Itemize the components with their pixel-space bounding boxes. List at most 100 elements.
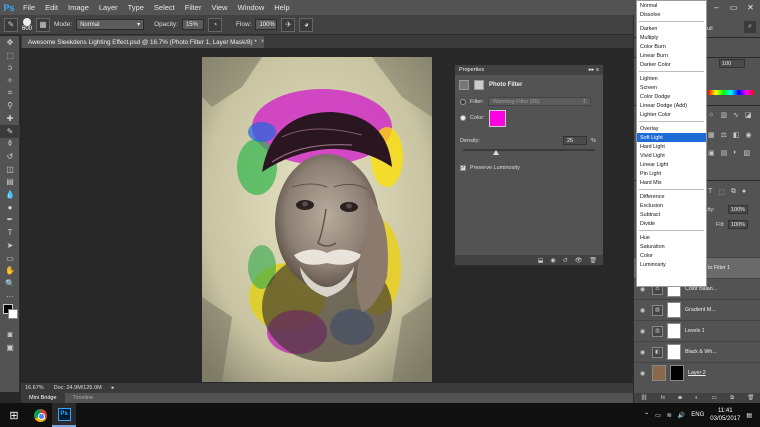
blend-mode-option[interactable]: Vivid Light bbox=[637, 151, 706, 160]
clone-stamp-tool-icon[interactable]: ⚱ bbox=[0, 138, 20, 151]
windows-start-icon[interactable]: ⊞ bbox=[0, 403, 28, 427]
color-radio[interactable] bbox=[460, 115, 466, 121]
eyedropper-tool-icon[interactable]: ⚲ bbox=[0, 99, 20, 112]
type-filter-icon[interactable]: T bbox=[708, 188, 712, 196]
blend-mode-option[interactable]: Saturation bbox=[637, 242, 706, 251]
blend-mode-option[interactable]: Lighter Color bbox=[637, 110, 706, 119]
panel-menu-icon[interactable]: ▸▸ ≡ bbox=[589, 67, 599, 73]
clock[interactable]: 11:41 03/05/2017 bbox=[710, 407, 740, 423]
blend-mode-option[interactable]: Hard Mix bbox=[637, 178, 706, 187]
clip-to-layer-icon[interactable]: ⬓ bbox=[538, 257, 544, 264]
blend-mode-option[interactable]: Darker Color bbox=[637, 60, 706, 69]
color-balance-icon[interactable]: ⚖ bbox=[721, 131, 727, 139]
blend-mode-option[interactable]: Darken bbox=[637, 24, 706, 33]
close-icon[interactable]: × bbox=[261, 39, 264, 45]
photoshop-taskbar-button[interactable]: Ps bbox=[52, 403, 76, 427]
status-arrow-icon[interactable]: ▸ bbox=[112, 385, 115, 391]
layer-thumbnail[interactable] bbox=[652, 365, 666, 381]
volume-icon[interactable]: 🔊 bbox=[678, 412, 685, 419]
menu-item-file[interactable]: File bbox=[18, 3, 40, 12]
blend-mode-option[interactable]: Multiply bbox=[637, 33, 706, 42]
background-color-swatch[interactable] bbox=[8, 309, 18, 320]
menu-item-view[interactable]: View bbox=[206, 3, 232, 12]
close-window-button[interactable]: ✕ bbox=[742, 0, 759, 15]
visibility-eye-icon[interactable]: ◉ bbox=[640, 349, 648, 356]
levels-icon[interactable]: ▥ bbox=[720, 111, 727, 119]
show-hidden-icons-icon[interactable]: ⌃ bbox=[644, 412, 649, 419]
black-white-icon[interactable]: ◧ bbox=[733, 131, 740, 139]
move-tool-icon[interactable]: ✥ bbox=[0, 36, 20, 49]
color-swatch[interactable] bbox=[488, 109, 506, 127]
delete-icon[interactable]: 🗑 bbox=[589, 257, 597, 264]
shape-tool-icon[interactable]: ▭ bbox=[0, 252, 20, 265]
layer-row[interactable]: ◉ ▧ Gradient M... bbox=[634, 299, 760, 320]
search-icon[interactable]: ⌕ bbox=[744, 21, 756, 33]
visibility-eye-icon[interactable]: ◉ bbox=[640, 328, 648, 335]
filter-toggle-icon[interactable]: ● bbox=[742, 188, 746, 196]
layer-row[interactable]: ◉ ◧ Black & Wh... bbox=[634, 341, 760, 362]
threshold-icon[interactable]: ◐ bbox=[733, 149, 737, 157]
blend-mode-option[interactable]: Hue bbox=[637, 233, 706, 242]
density-slider-thumb[interactable] bbox=[493, 150, 499, 155]
preserve-luminosity-checkbox[interactable]: ✓ bbox=[460, 164, 466, 171]
menu-item-edit[interactable]: Edit bbox=[40, 3, 63, 12]
opacity-field[interactable]: 15% bbox=[181, 19, 204, 30]
more-tools-icon[interactable]: ··· bbox=[0, 290, 20, 303]
pen-tool-icon[interactable]: ✒ bbox=[0, 214, 20, 227]
brush-tool-preset-icon[interactable]: ✎ bbox=[4, 17, 18, 32]
view-previous-icon[interactable]: ◉ bbox=[550, 257, 555, 264]
document-tab[interactable]: Awesome Sleekdens Lighting Effect.psd @ … bbox=[22, 36, 264, 48]
blend-mode-option[interactable]: Lighten bbox=[637, 74, 706, 83]
blend-mode-option[interactable]: Exclusion bbox=[637, 201, 706, 210]
quick-mask-icon[interactable]: ◙ bbox=[0, 328, 20, 341]
brightness-icon[interactable]: ☼ bbox=[708, 111, 714, 119]
blend-mode-option[interactable]: Pin Light bbox=[637, 169, 706, 178]
chrome-taskbar-button[interactable] bbox=[28, 403, 52, 427]
gradient-tool-icon[interactable]: ▤ bbox=[0, 176, 20, 189]
mode-select[interactable]: Normal ▾ bbox=[76, 19, 145, 30]
color-swatches[interactable] bbox=[0, 302, 19, 328]
crop-tool-icon[interactable]: ⌗ bbox=[0, 87, 20, 100]
shape-filter-icon[interactable]: ⬚ bbox=[718, 188, 725, 196]
blend-mode-option[interactable]: Linear Light bbox=[637, 160, 706, 169]
blend-mode-option[interactable]: Soft Light bbox=[637, 133, 706, 142]
eraser-tool-icon[interactable]: ◫ bbox=[0, 163, 20, 176]
zoom-level[interactable]: 16.67% bbox=[25, 385, 44, 391]
menu-item-filter[interactable]: Filter bbox=[180, 3, 207, 12]
curves-icon[interactable]: ∿ bbox=[733, 111, 739, 119]
menu-item-select[interactable]: Select bbox=[149, 3, 180, 12]
airbrush-icon[interactable]: ✈ bbox=[281, 17, 296, 32]
healing-brush-tool-icon[interactable]: ✚ bbox=[0, 112, 20, 125]
brush-tool-icon[interactable]: ✎ bbox=[0, 124, 20, 138]
marquee-tool-icon[interactable]: ⬚ bbox=[0, 49, 20, 62]
blend-mode-dropdown[interactable]: Normal Dissolve Darken Multiply Color Burn Li… bbox=[636, 0, 707, 287]
delete-layer-icon[interactable]: 🗑 bbox=[747, 395, 754, 401]
fill-field[interactable]: 100% bbox=[728, 220, 748, 229]
gradient-map-icon[interactable]: ▧ bbox=[743, 149, 750, 157]
menu-item-help[interactable]: Help bbox=[269, 3, 294, 12]
type-tool-icon[interactable]: T bbox=[0, 226, 20, 239]
brush-size-picker[interactable]: 600 bbox=[22, 17, 32, 32]
quick-select-tool-icon[interactable]: ✧ bbox=[0, 74, 20, 87]
reset-icon[interactable]: ↺ bbox=[563, 257, 568, 264]
color-spectrum-bar[interactable] bbox=[708, 90, 754, 95]
menu-item-layer[interactable]: Layer bbox=[94, 3, 123, 12]
brush-panel-toggle-icon[interactable]: ▦ bbox=[36, 17, 51, 32]
layer-opacity-field[interactable]: 100% bbox=[728, 205, 748, 214]
layer-row[interactable]: ◉ Layer 2 bbox=[634, 362, 760, 383]
blend-mode-option[interactable]: Linear Burn bbox=[637, 51, 706, 60]
menu-item-window[interactable]: Window bbox=[233, 3, 270, 12]
blend-mode-option[interactable]: Divide bbox=[637, 219, 706, 228]
blend-mode-option[interactable]: Linear Dodge (Add) bbox=[637, 101, 706, 110]
hue-saturation-icon[interactable]: ▦ bbox=[708, 131, 715, 139]
filter-select[interactable]: Warming Filter (85) ⇕ bbox=[487, 97, 591, 106]
link-layers-icon[interactable]: ⛓ bbox=[641, 395, 648, 401]
layer-style-icon[interactable]: fx bbox=[661, 395, 665, 401]
filter-radio[interactable] bbox=[460, 98, 466, 105]
layer-mask-thumbnail[interactable] bbox=[667, 302, 681, 318]
battery-icon[interactable]: ▭ bbox=[655, 412, 661, 419]
photo-filter-icon[interactable]: ◉ bbox=[746, 131, 752, 139]
maximize-window-button[interactable]: ▭ bbox=[725, 0, 742, 15]
add-mask-icon[interactable]: ◙ bbox=[678, 395, 681, 401]
blend-mode-option[interactable]: Normal bbox=[637, 1, 706, 10]
